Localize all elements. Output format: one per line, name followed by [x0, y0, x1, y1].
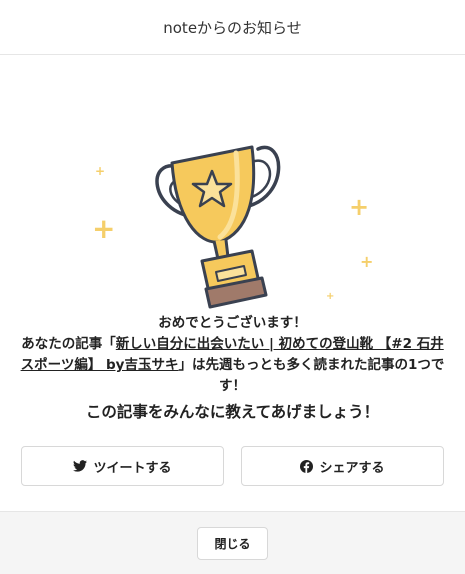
share-prompt: この記事をみんなに教えてあげましょう！: [85, 403, 380, 421]
facebook-share-button[interactable]: シェアする: [241, 446, 444, 486]
modal-header: noteからのお知らせ: [0, 0, 465, 55]
facebook-icon: [300, 459, 314, 473]
tweet-button[interactable]: ツイートする: [21, 446, 224, 486]
celebration-illustration: + + + + +: [0, 55, 465, 309]
notice-prefix: あなたの記事「: [21, 336, 116, 352]
share-label: シェアする: [319, 460, 385, 476]
notification-modal: noteからのお知らせ + + + + + おめでとうございます！ あなたの記事…: [0, 0, 465, 574]
sparkle-icon: +: [360, 252, 374, 271]
sparkle-icon: +: [349, 193, 370, 221]
sparkle-icon: +: [326, 291, 335, 302]
notice-suffix: 」は先週もっとも多く読まれた記事の1つです！: [178, 357, 445, 394]
sparkle-icon: +: [92, 212, 116, 245]
modal-footer: 閉じる: [0, 511, 465, 574]
share-buttons: ツイートする シェアする: [21, 446, 444, 486]
article-notice: あなたの記事「新しい自分に出会いたい | 初めての登山靴 【#2 石井スポーツ編…: [18, 334, 447, 397]
twitter-bird-icon: [73, 460, 88, 472]
trophy-icon: [155, 145, 281, 309]
close-button[interactable]: 閉じる: [197, 526, 268, 560]
congratulation-message: おめでとうございます！ あなたの記事「新しい自分に出会いたい | 初めての登山靴…: [18, 313, 447, 397]
modal-title: noteからのお知らせ: [163, 18, 302, 37]
congrats-line: おめでとうございます！: [158, 315, 307, 331]
sparkle-icon: +: [95, 164, 106, 178]
tweet-label: ツイートする: [93, 460, 172, 476]
